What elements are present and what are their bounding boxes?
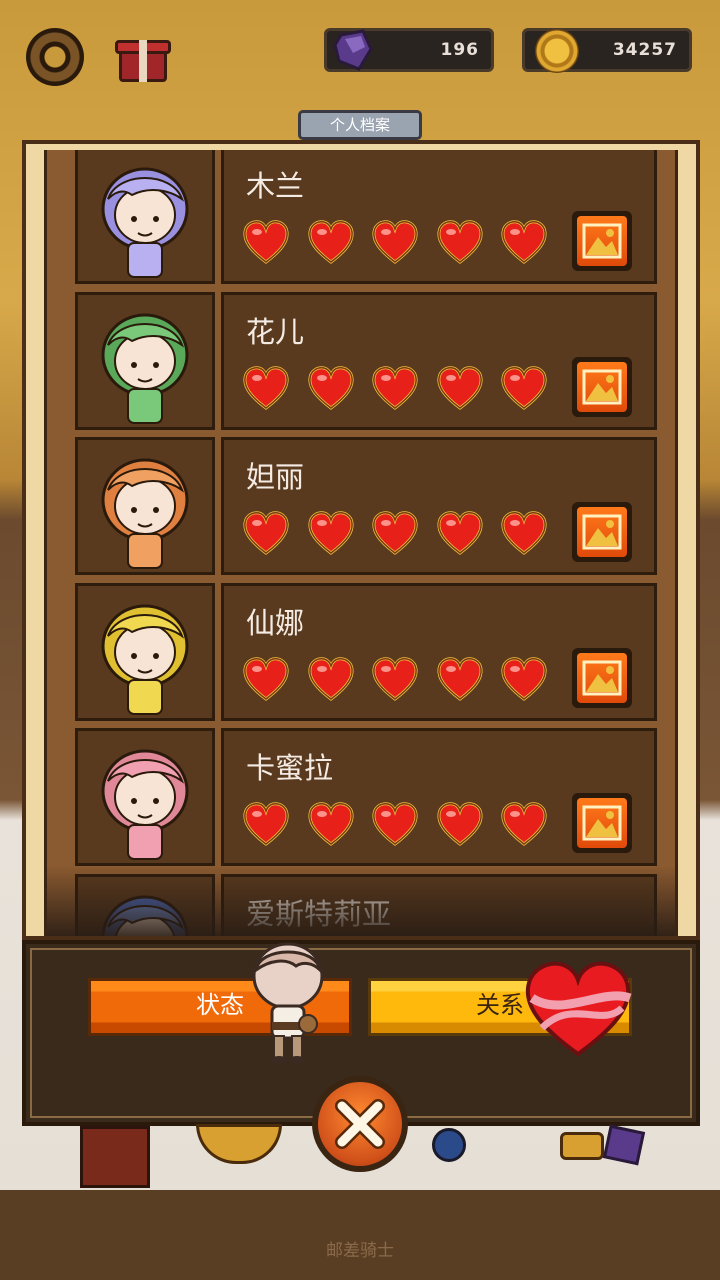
- heart-icon: [372, 802, 418, 846]
- close-icon: [335, 1099, 385, 1149]
- coin-counter: 34257: [522, 28, 692, 73]
- heart-icon: [372, 656, 418, 701]
- heart-icon: [243, 802, 289, 846]
- gallery-button[interactable]: [572, 211, 632, 271]
- heart-icon: [436, 220, 483, 264]
- gift-icon[interactable]: [115, 30, 171, 84]
- character-info: 仙娜: [221, 582, 657, 721]
- heart-icon: [501, 656, 547, 701]
- heart-icon: [501, 220, 547, 264]
- character-name: 木兰: [246, 169, 305, 203]
- heart-icon: [436, 365, 483, 410]
- heart-icon: [372, 365, 418, 410]
- gem-pile-icon: [602, 1124, 646, 1166]
- character-portrait: [75, 437, 215, 575]
- close-button[interactable]: [312, 1076, 408, 1172]
- heart-icon: [243, 511, 289, 555]
- character-name: 仙娜: [246, 605, 305, 640]
- heart-icon: [307, 220, 354, 264]
- character-portrait: [75, 728, 215, 866]
- character-row[interactable]: 妲丽: [71, 437, 661, 577]
- character-info: 妲丽: [221, 437, 657, 575]
- gem-counter: 196: [324, 28, 494, 72]
- heart-icon: [372, 511, 418, 555]
- character-info: 花儿: [221, 291, 657, 430]
- gallery-button[interactable]: [572, 647, 632, 708]
- gem-count: 196: [440, 40, 479, 60]
- character-name: 妲丽: [246, 460, 305, 494]
- potion-icon: [432, 1128, 466, 1162]
- heart-icon: [243, 656, 289, 701]
- settings-gear-icon[interactable]: [26, 28, 84, 86]
- heart-icon: [307, 802, 354, 846]
- heart-icon: [307, 656, 354, 701]
- heart-icon: [501, 365, 547, 410]
- heart-icon: [436, 511, 483, 555]
- character-row[interactable]: 仙娜: [71, 582, 661, 723]
- coins-pile-icon: [560, 1132, 604, 1160]
- character-row[interactable]: 花儿: [71, 291, 661, 432]
- image-icon: [582, 369, 622, 404]
- hero-character: [252, 942, 324, 1064]
- image-icon: [582, 223, 622, 259]
- profile-panel: 木兰花儿妲丽仙娜卡蜜拉爱斯特莉亚: [22, 140, 700, 940]
- image-icon: [582, 805, 622, 841]
- heart-icon: [436, 656, 483, 701]
- gallery-button[interactable]: [572, 356, 632, 417]
- gem-icon: [333, 29, 373, 71]
- image-icon: [582, 514, 622, 550]
- character-name: 卡蜜拉: [246, 751, 334, 785]
- heart-icon: [436, 802, 483, 846]
- heart-icon: [501, 802, 547, 846]
- coin-count: 34257: [612, 40, 677, 60]
- character-info: 木兰: [221, 150, 657, 284]
- character-name: 花儿: [246, 314, 305, 349]
- coin-icon: [535, 29, 579, 73]
- character-list-scroll[interactable]: 木兰花儿妲丽仙娜卡蜜拉爱斯特莉亚: [44, 150, 678, 936]
- character-portrait: [75, 150, 215, 284]
- relationship-heart-icon: [525, 961, 632, 1057]
- heart-icon: [243, 220, 289, 264]
- character-row[interactable]: 木兰: [71, 150, 661, 286]
- character-portrait: [75, 291, 215, 430]
- heart-icon: [501, 511, 547, 555]
- shelf-background: [0, 1190, 720, 1280]
- heart-icon: [307, 511, 354, 555]
- gallery-button[interactable]: [572, 793, 632, 853]
- heart-icon: [243, 365, 289, 410]
- panel-title: 个人档案: [298, 110, 422, 140]
- character-info: 卡蜜拉: [221, 728, 657, 866]
- book-icon: [80, 1126, 150, 1188]
- footer-title: 邮差骑士: [326, 1241, 394, 1261]
- compass-icon: [196, 1124, 282, 1164]
- heart-icon: [307, 365, 354, 410]
- gallery-button[interactable]: [572, 502, 632, 562]
- character-portrait: [75, 582, 215, 721]
- image-icon: [582, 660, 622, 695]
- heart-icon: [372, 220, 418, 264]
- character-row[interactable]: 卡蜜拉: [71, 728, 661, 868]
